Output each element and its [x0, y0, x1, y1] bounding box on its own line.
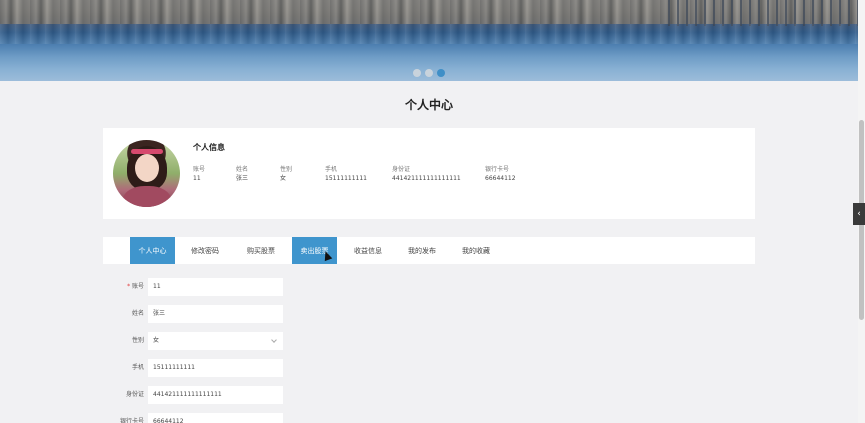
- phone-input[interactable]: 15111111111: [148, 359, 283, 377]
- banner-water-reflection: [0, 24, 858, 44]
- tab-personal-center[interactable]: 个人中心: [130, 237, 175, 264]
- profile-field-gender: 性别 女: [280, 166, 293, 182]
- banner-bridge: [668, 0, 858, 26]
- form-row-idcard: 身份证 441421111111111111: [100, 386, 300, 404]
- tab-buy-stock[interactable]: 购买股票: [238, 237, 284, 264]
- idcard-input[interactable]: 441421111111111111: [148, 386, 283, 404]
- profile-field-bank: 银行卡号 66644112: [485, 166, 516, 182]
- tab-my-posts[interactable]: 我的发布: [400, 237, 444, 264]
- profile-card: 个人信息 账号 11 姓名 张三 性别 女 手机 15111111111 身份证…: [103, 128, 755, 219]
- carousel-dot-3[interactable]: [437, 69, 445, 77]
- account-input[interactable]: 11: [148, 278, 283, 296]
- profile-field-phone: 手机 15111111111: [325, 166, 367, 182]
- form-row-phone: 手机 15111111111: [100, 359, 300, 377]
- form-row-bank: 银行卡号 66644112: [100, 413, 300, 423]
- carousel-dot-1[interactable]: [413, 69, 421, 77]
- banner-carousel: [0, 0, 858, 81]
- form-row-gender: 性别 女: [100, 332, 300, 350]
- page-title: 个人中心: [404, 98, 453, 112]
- name-input[interactable]: 张三: [148, 305, 283, 323]
- tabs-bar: 个人中心 修改密码 购买股票 卖出股票 收益信息 我的发布 我的收藏: [103, 237, 755, 264]
- chevron-left-icon: ‹: [857, 209, 861, 219]
- carousel-dots: [413, 69, 445, 77]
- form-row-account: * 账号 11: [100, 278, 300, 296]
- tab-sell-stock[interactable]: 卖出股票: [292, 237, 337, 264]
- tab-change-password[interactable]: 修改密码: [183, 237, 227, 264]
- profile-info-title: 个人信息: [193, 143, 225, 152]
- profile-field-account: 账号 11: [193, 166, 206, 182]
- carousel-dot-2[interactable]: [425, 69, 433, 77]
- tab-income-info[interactable]: 收益信息: [345, 237, 391, 264]
- tab-my-favorites[interactable]: 我的收藏: [453, 237, 499, 264]
- form-row-name: 姓名 张三: [100, 305, 300, 323]
- gender-select[interactable]: 女: [148, 332, 283, 350]
- avatar: [113, 140, 180, 207]
- bank-card-input[interactable]: 66644112: [148, 413, 283, 423]
- profile-field-idcard: 身份证 441421111111111111: [392, 166, 461, 182]
- profile-field-name: 姓名 张三: [236, 166, 249, 182]
- side-panel-toggle[interactable]: ‹: [853, 203, 865, 225]
